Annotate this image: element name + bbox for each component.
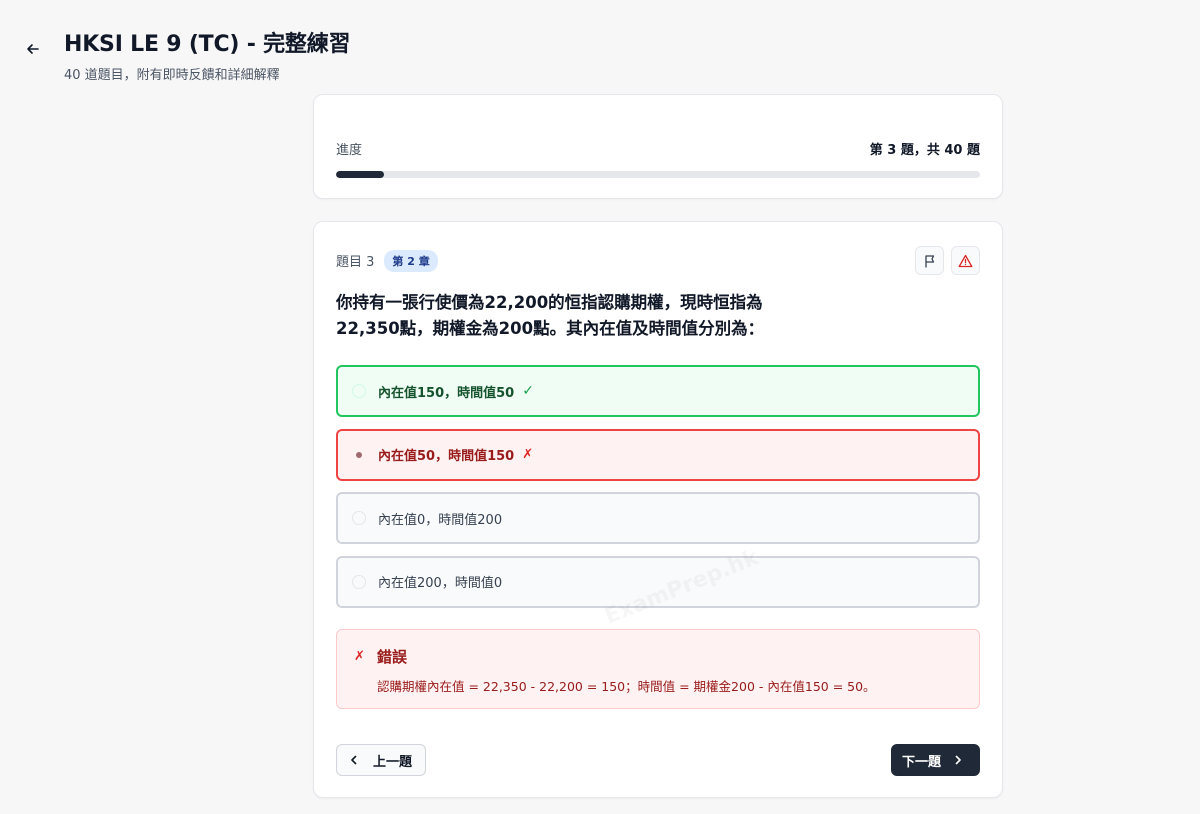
option-b[interactable]: 內在值50，時間值150 ✗ [336,428,980,481]
option-text: 內在值0，時間值200 [378,512,503,528]
chapter-badge: 第 2 章 [384,249,438,272]
previous-button-label: 上一題 [373,754,413,770]
radio-selected-dot [356,451,362,458]
progress-bar-fill [336,171,385,178]
question-text-line-1: 你持有一張行使價為22,200的恒指認購期權，現時恒指為 [336,293,763,312]
page-title: HKSI LE 9 (TC) - 完整練習 [64,32,351,57]
option-text: 內在值50，時間值150 [378,449,515,464]
progress-label: 進度 [336,143,363,158]
arrow-left-icon [27,44,39,54]
option-text: 內在值150，時間值50 [378,385,515,401]
chevron-left-icon [351,755,357,765]
option-text: 內在值200，時間值0 [378,576,503,591]
next-button-label: 下一題 [902,754,942,770]
page-subtitle: 40 道題目，附有即時反饋和詳細解釋 [64,68,280,83]
option-a[interactable]: 內在值150，時間值50 ✓ [336,365,980,417]
feedback-explanation: 認購期權內在值 = 22,350 - 22,200 = 150；時間值 = 期權… [377,679,876,694]
radio-indicator [352,384,366,398]
question-number: 題目 3 [336,255,375,270]
feedback-title: 錯誤 [377,648,408,666]
question-card: 題目 3 第 2 章 你持有一張行使價為22,200的恒指認購期權，現時恒指為 … [313,221,1003,798]
progress-bar [336,171,980,178]
question-text: 你持有一張行使價為22,200的恒指認購期權，現時恒指為 22,350點，期權金… [336,290,776,342]
radio-indicator [352,511,366,525]
flag-button[interactable] [915,246,944,275]
page-header: HKSI LE 9 (TC) - 完整練習 40 道題目，附有即時反饋和詳細解釋 [64,26,351,83]
option-c[interactable]: 內在值0，時間值200 [336,492,980,544]
question-navigation: 上一題 下一題 [336,744,980,776]
chevron-right-icon [955,755,961,765]
cross-icon: ✗ [522,447,534,462]
back-button[interactable] [22,38,44,60]
warning-triangle-icon [958,254,973,267]
feedback-panel: ✗ 錯誤 認購期權內在值 = 22,350 - 22,200 = 150；時間值… [336,629,980,709]
progress-count: 第 3 題，共 40 題 [869,143,980,158]
radio-indicator [352,448,366,462]
error-icon: ✗ [354,649,365,664]
radio-indicator [352,574,366,589]
check-icon: ✓ [522,383,534,399]
flag-icon [924,254,934,268]
report-button[interactable] [951,246,980,275]
question-text-line-2: 22,350點，期權金為200點。其內在值及時間值分別為： [336,319,765,338]
progress-card: 進度 第 3 題，共 40 題 [313,94,1003,199]
option-d[interactable]: 內在值200，時間值0 [336,555,980,608]
next-question-button[interactable]: 下一題 [891,744,980,776]
previous-question-button[interactable]: 上一題 [336,744,426,776]
answer-options: 內在值150，時間值50 ✓ 內在值50，時間值150 ✗ 內在值0，時間值20… [336,365,980,619]
